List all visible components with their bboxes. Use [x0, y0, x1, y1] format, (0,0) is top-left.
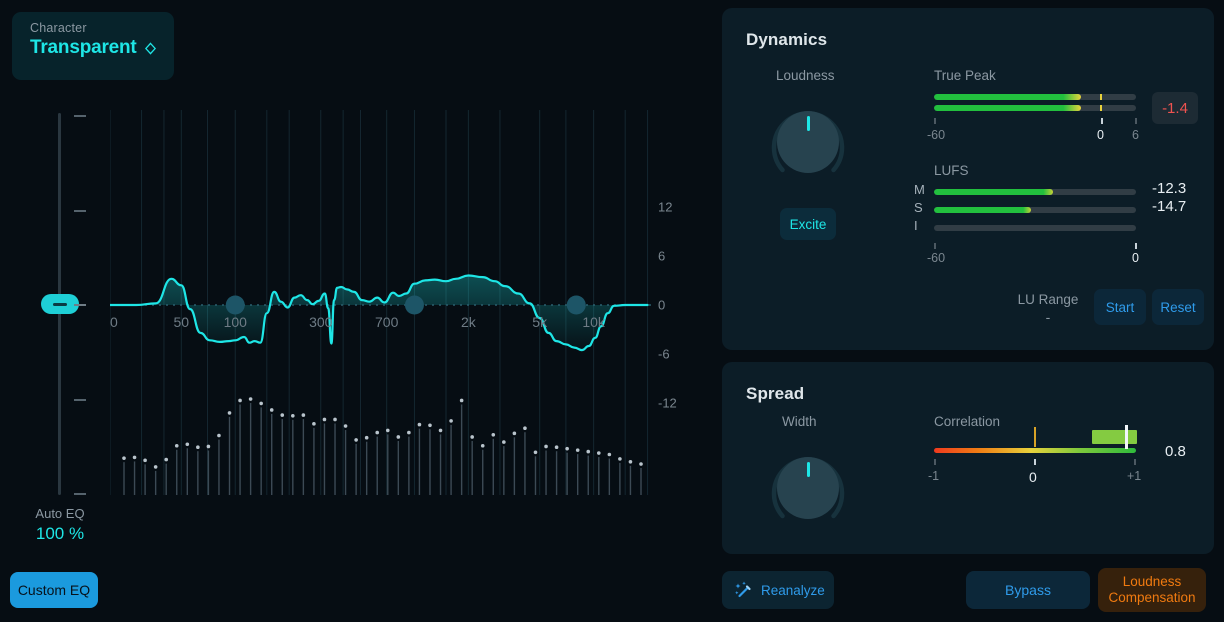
magic-wand-icon — [735, 581, 751, 597]
character-label: Character — [30, 21, 87, 35]
meters-section: Dynamics Loudness Excite True Peak -60 0… — [722, 0, 1224, 622]
excite-button[interactable]: Excite — [780, 208, 836, 240]
loudcomp-line1: Loudness — [1122, 574, 1182, 589]
character-selector[interactable]: Character Transparent — [12, 12, 174, 80]
true-peak-fill-left — [934, 94, 1082, 100]
gain-tick--12: -12 — [658, 395, 677, 411]
lufs-value-S: -14.7 — [1152, 198, 1187, 215]
corr-scale-max: +1 — [1127, 469, 1142, 483]
width-label: Width — [782, 414, 817, 429]
auto-eq-readout: Auto EQ 100 % — [16, 506, 104, 544]
corr-tick-zero — [1034, 459, 1036, 465]
tp-tick-max — [1135, 118, 1137, 124]
lufs-letter-S: S — [914, 200, 923, 215]
lufs-label: LUFS — [934, 163, 969, 178]
lufs-letter-M: M — [914, 182, 925, 197]
dynamics-panel: Dynamics Loudness Excite True Peak -60 0… — [722, 8, 1214, 350]
correlation-range-block — [1092, 430, 1137, 444]
frequency-tick-labels: 20 50 100 300 700 2k 5k 10k — [110, 314, 606, 330]
lufs-value-M: -12.3 — [1152, 180, 1187, 197]
eq-graph[interactable]: 20 50 100 300 700 2k 5k 10k — [110, 110, 655, 495]
lufs-meter-S — [934, 207, 1136, 213]
corr-tick-max — [1134, 459, 1136, 465]
tp-tick-min — [934, 118, 936, 124]
gain-tick-0: 0 — [658, 297, 666, 313]
true-peak-fill-right — [934, 105, 1082, 111]
reanalyze-button[interactable]: Reanalyze — [722, 571, 834, 609]
reanalyze-label: Reanalyze — [761, 582, 825, 598]
spectrum-bars — [122, 397, 643, 495]
spread-panel: Spread Width Correlation — [722, 362, 1214, 554]
auto-eq-label: Auto EQ — [35, 506, 85, 521]
lufs-letter-I: I — [914, 218, 918, 233]
eq-section: Character Transparent Auto EQ 100 % Cust… — [0, 0, 710, 622]
freq-tick-100: 100 — [224, 314, 248, 330]
lu-range-value: - — [1045, 309, 1051, 325]
freq-tick-50: 50 — [174, 314, 190, 330]
loudness-knob-pointer — [807, 116, 810, 131]
eq-gain-slider[interactable] — [41, 113, 79, 495]
loudness-knob[interactable] — [766, 100, 850, 184]
bypass-button[interactable]: Bypass — [966, 571, 1090, 609]
true-peak-meter-right — [934, 105, 1136, 111]
tp-scale-min: -60 — [927, 128, 946, 142]
gain-axis-labels: 12 6 0 -6 -12 — [658, 110, 698, 495]
lufs-tick-min — [934, 243, 936, 249]
freq-tick-5k: 5k — [532, 314, 548, 330]
width-knob[interactable] — [766, 446, 850, 530]
dynamics-title: Dynamics — [746, 30, 828, 49]
loudness-label: Loudness — [776, 68, 835, 83]
tp-scale-zero: 0 — [1097, 128, 1104, 142]
eq-curve-fill — [110, 275, 648, 351]
correlation-zero-marker — [1034, 427, 1036, 447]
lufs-scale-zero: 0 — [1132, 251, 1139, 265]
lufs-tick-zero — [1135, 243, 1137, 249]
diamond-select-icon[interactable] — [144, 41, 157, 55]
width-knob-pointer — [807, 462, 810, 477]
correlation-readout: 0.8 — [1165, 443, 1186, 460]
gain-tick-12: 12 — [658, 199, 673, 215]
true-peak-hold-right — [1099, 105, 1103, 111]
correlation-label: Correlation — [934, 414, 1001, 429]
true-peak-hold-left — [1099, 94, 1103, 100]
custom-eq-button[interactable]: Custom EQ — [10, 572, 98, 608]
plugin-window: Character Transparent Auto EQ 100 % Cust… — [0, 0, 1224, 622]
freq-tick-700: 700 — [375, 314, 399, 330]
loudcomp-line2: Compensation — [1108, 590, 1196, 605]
correlation-needle — [1125, 425, 1128, 449]
loudness-compensation-button[interactable]: Loudness Compensation — [1098, 568, 1206, 612]
true-peak-label: True Peak — [934, 68, 996, 83]
gain-tick--6: -6 — [658, 346, 670, 362]
freq-tick-300: 300 — [309, 314, 333, 330]
eq-graph-svg[interactable]: 20 50 100 300 700 2k 5k 10k — [110, 110, 655, 495]
tp-scale-max: 6 — [1132, 128, 1139, 142]
corr-scale-min: -1 — [928, 469, 940, 483]
freq-tick-20: 20 — [110, 314, 118, 330]
tp-tick-zero — [1101, 118, 1103, 124]
reset-button[interactable]: Reset — [1152, 289, 1204, 325]
corr-scale-zero: 0 — [1029, 469, 1037, 485]
spread-title: Spread — [746, 384, 805, 403]
lu-range-label: LU Range — [1017, 292, 1079, 307]
start-button[interactable]: Start — [1094, 289, 1146, 325]
auto-eq-value[interactable]: 100 % — [16, 524, 104, 544]
lufs-fill-S — [934, 207, 1031, 213]
lufs-scale-min: -60 — [927, 251, 946, 265]
freq-tick-10k: 10k — [582, 314, 606, 330]
lu-range-readout: LU Range - — [1002, 292, 1094, 325]
true-peak-meter-left — [934, 94, 1136, 100]
correlation-bar — [934, 448, 1136, 453]
lufs-fill-M — [934, 189, 1054, 195]
lufs-meter-I — [934, 225, 1136, 231]
lufs-meter-M — [934, 189, 1136, 195]
character-value: Transparent — [30, 37, 137, 58]
slider-tick-marks — [74, 113, 88, 495]
freq-tick-2k: 2k — [461, 314, 477, 330]
true-peak-readout: -1.4 — [1152, 92, 1198, 124]
gain-tick-6: 6 — [658, 248, 666, 264]
corr-tick-min — [934, 459, 936, 465]
